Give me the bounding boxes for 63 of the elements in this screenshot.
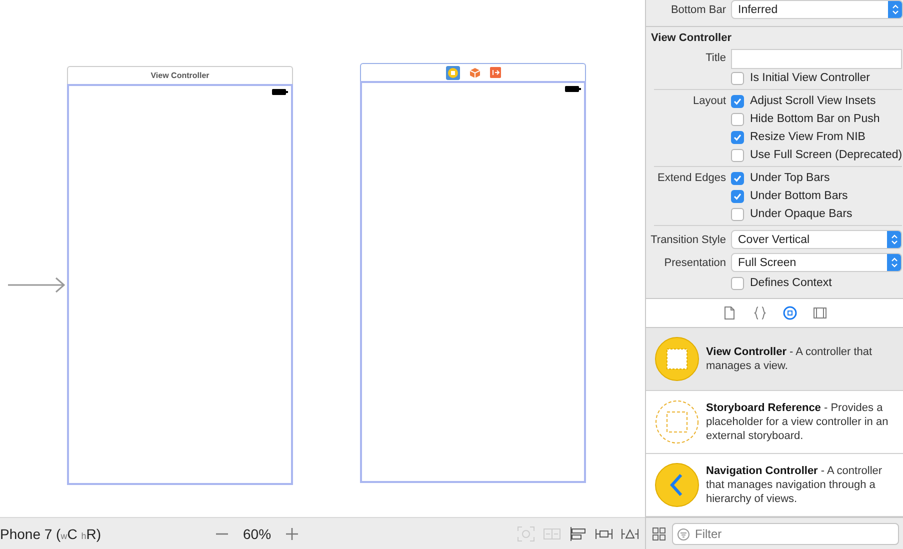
object-tab-icon[interactable] [782, 306, 796, 320]
select-field[interactable]: Full Screen [731, 253, 902, 272]
field-label: Transition Style [650, 234, 726, 246]
view-canvas[interactable] [67, 84, 293, 485]
exit-icon[interactable] [490, 67, 500, 78]
view-canvas[interactable] [360, 81, 586, 483]
checkbox[interactable] [731, 72, 744, 84]
scene-dock[interactable] [360, 63, 586, 81]
library-item[interactable]: Storyboard Reference - Provides a placeholder for a view controller in an external storyboard. [646, 391, 903, 454]
media-tab-icon[interactable] [812, 306, 826, 320]
battery-icon [272, 89, 288, 95]
field-label: Bottom Bar [670, 4, 726, 16]
checkbox[interactable] [731, 130, 744, 144]
braces-tab-icon[interactable] [752, 306, 766, 320]
field-label: Presentation [663, 256, 726, 268]
checkbox[interactable] [731, 276, 744, 290]
checkbox-label: Under Bottom Bars [750, 190, 848, 202]
align-icon[interactable] [569, 526, 587, 542]
checkbox-label: Defines Context [750, 277, 832, 289]
view-controller-icon [655, 337, 699, 382]
library-item-description: View Controller - A controller that manages a view. [706, 345, 874, 374]
group-label: Layout [692, 95, 726, 107]
zoom-level: 60% [243, 526, 272, 542]
grid-view-icon[interactable] [652, 526, 666, 541]
checkmark-icon [733, 132, 742, 142]
entry-point-arrow[interactable] [8, 277, 66, 293]
select-field[interactable]: Cover Vertical [731, 230, 902, 249]
checkbox-label: Is Initial View Controller [750, 72, 870, 84]
checkbox-label: Use Full Screen (Deprecated) [750, 149, 902, 161]
library-item[interactable]: Navigation Controller - A controller that manages navigation through a hierarchy of views. [646, 454, 903, 518]
group-label: Extend Edges [656, 172, 726, 184]
checkbox[interactable] [731, 148, 744, 162]
checkbox-label: Under Top Bars [750, 172, 830, 184]
filter-field[interactable]: Filter [672, 522, 899, 545]
checkbox-label: Under Opaque Bars [750, 208, 852, 220]
library-item-description: Navigation Controller - A controller that manages navigation through a hierarchy of views. [706, 464, 884, 506]
library-item-description: Storyboard Reference - Provides a placeholder for a view controller in an external storyboard. [706, 401, 890, 444]
scene-title-bar[interactable]: View Controller [67, 66, 293, 84]
cube-icon[interactable] [468, 66, 480, 78]
stepper-icon [892, 4, 898, 15]
checkmark-icon [733, 96, 742, 106]
bottom-bar-select[interactable]: Inferred [731, 0, 903, 19]
title-input-field[interactable] [731, 49, 902, 69]
checkbox[interactable] [731, 112, 744, 126]
checkbox[interactable] [731, 172, 744, 184]
checkbox[interactable] [731, 190, 744, 202]
battery-icon [565, 86, 581, 92]
reference-controller-icon [655, 400, 699, 444]
field-label: Title [704, 52, 726, 64]
checkbox-label: Adjust Scroll View Insets [750, 95, 876, 107]
file-tab-icon[interactable] [722, 306, 736, 320]
zoom-in-icon[interactable] [285, 526, 300, 540]
checkbox-label: Resize View From NIB [750, 131, 866, 143]
stepper-icon [890, 234, 898, 245]
checkbox[interactable] [731, 208, 744, 220]
checkbox-label: Hide Bottom Bar on Push [750, 113, 880, 125]
section-title: View Controller [646, 26, 903, 47]
library-item[interactable]: View Controller - A controller that manages a view. [646, 328, 903, 392]
checkbox[interactable] [731, 94, 744, 108]
scene-title: View Controller [150, 71, 210, 80]
stepper-icon [890, 257, 898, 268]
navigation-controller-icon [655, 463, 699, 508]
view-controller-icon[interactable] [446, 66, 460, 80]
